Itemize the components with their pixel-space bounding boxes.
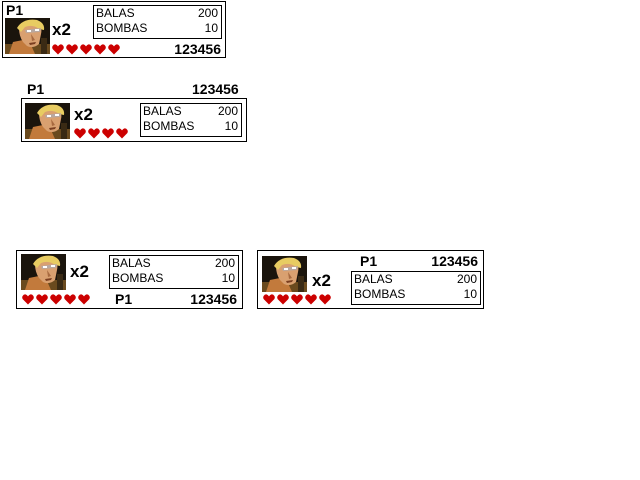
heart-icon	[94, 44, 106, 55]
heart-icon	[66, 44, 78, 55]
hud-variant-2: x2 BALAS 200 BOMBAS 10	[21, 98, 247, 142]
bombs-label: BOMBAS	[143, 119, 195, 133]
score-value: 123456	[174, 41, 221, 57]
heart-icon	[291, 294, 303, 305]
bullets-value: 200	[456, 272, 477, 286]
bombs-value: 10	[463, 287, 477, 301]
health-hearts	[52, 44, 120, 55]
health-hearts	[22, 294, 90, 305]
heart-icon	[36, 294, 48, 305]
heart-icon	[263, 294, 275, 305]
heart-icon	[116, 128, 128, 139]
heart-icon	[50, 294, 62, 305]
ammo-panel: BALAS 200 BOMBAS 10	[351, 271, 481, 305]
soldier-portrait-icon	[262, 256, 307, 292]
heart-icon	[22, 294, 34, 305]
player-label: P1	[360, 253, 378, 269]
heart-icon	[277, 294, 289, 305]
bullets-label: BALAS	[96, 6, 135, 20]
player-label: P1	[115, 291, 133, 307]
heart-icon	[64, 294, 76, 305]
score-value: 123456	[431, 253, 478, 269]
player-label: P1	[27, 81, 45, 97]
bombs-label: BOMBAS	[96, 21, 148, 35]
ammo-panel: BALAS 200 BOMBAS 10	[93, 5, 222, 39]
health-hearts	[263, 294, 331, 305]
lives-counter: x2	[52, 20, 71, 39]
heart-icon	[88, 128, 100, 139]
heart-icon	[319, 294, 331, 305]
heart-icon	[74, 128, 86, 139]
heart-icon	[102, 128, 114, 139]
score-value: 123456	[192, 81, 239, 97]
bombs-value: 10	[224, 119, 238, 133]
heart-icon	[108, 44, 120, 55]
bombs-label: BOMBAS	[112, 271, 164, 285]
bullets-value: 200	[214, 256, 235, 270]
bullets-label: BALAS	[143, 104, 182, 118]
heart-icon	[305, 294, 317, 305]
heart-icon	[52, 44, 64, 55]
bombs-value: 10	[221, 271, 235, 285]
lives-counter: x2	[74, 105, 93, 124]
lives-counter: x2	[70, 262, 89, 281]
bullets-value: 200	[197, 6, 218, 20]
score-value: 123456	[190, 291, 237, 307]
health-hearts	[74, 128, 128, 139]
hud-variant-1: P1 x2 BALAS 200 BOMBAS 10 123456	[2, 1, 226, 58]
bombs-label: BOMBAS	[354, 287, 406, 301]
bullets-value: 200	[217, 104, 238, 118]
bullets-label: BALAS	[112, 256, 151, 270]
player-label: P1	[6, 2, 24, 18]
ammo-panel: BALAS 200 BOMBAS 10	[140, 103, 242, 137]
bullets-label: BALAS	[354, 272, 393, 286]
hud-variant-3: x2 BALAS 200 BOMBAS 10 P1 123456	[16, 250, 243, 309]
lives-counter: x2	[312, 271, 331, 290]
soldier-portrait-icon	[25, 103, 70, 139]
hud-variant-4: x2 P1 123456 BALAS 200 BOMBAS 10	[257, 250, 484, 309]
ammo-panel: BALAS 200 BOMBAS 10	[109, 255, 239, 289]
heart-icon	[80, 44, 92, 55]
soldier-portrait-icon	[21, 254, 66, 290]
heart-icon	[78, 294, 90, 305]
bombs-value: 10	[204, 21, 218, 35]
soldier-portrait-icon	[5, 18, 50, 54]
